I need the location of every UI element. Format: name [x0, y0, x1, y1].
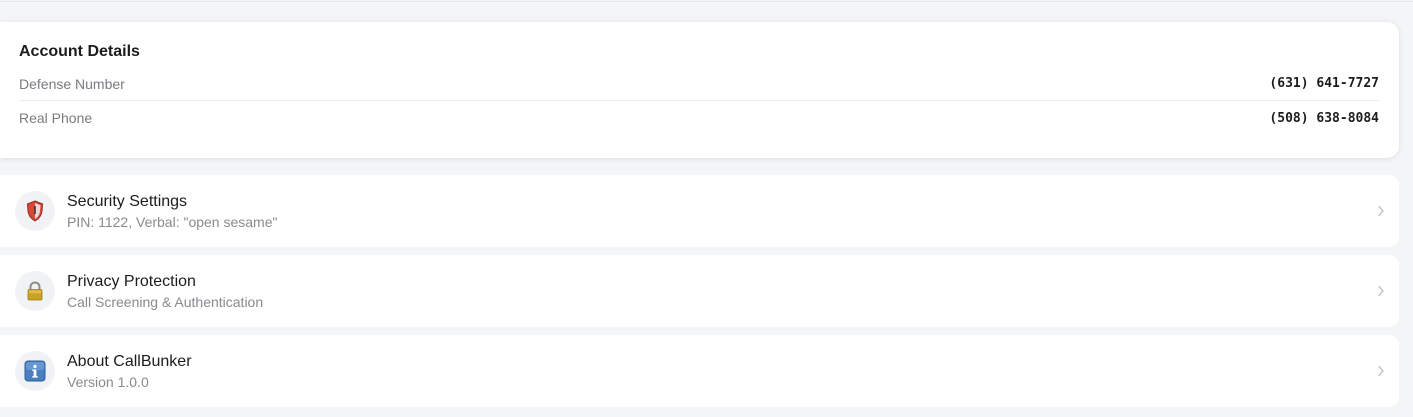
defense-number-row: Defense Number (631) 641-7727	[19, 67, 1379, 101]
info-icon	[24, 360, 46, 382]
real-phone-value: (508) 638-8084	[1269, 110, 1379, 126]
privacy-protection-title: Privacy Protection	[67, 272, 196, 290]
lock-icon	[27, 281, 43, 301]
shield-icon-wrap	[15, 191, 55, 231]
security-settings-item[interactable]: Security Settings PIN: 1122, Verbal: "op…	[0, 175, 1399, 247]
chevron-right-icon	[1378, 365, 1384, 377]
info-icon-wrap	[15, 351, 55, 391]
security-settings-title: Security Settings	[67, 192, 188, 210]
about-callbunker-item[interactable]: About CallBunker Version 1.0.0	[0, 335, 1399, 407]
chevron-right-icon	[1378, 205, 1384, 217]
about-callbunker-title: About CallBunker	[67, 352, 192, 370]
security-settings-subtitle: PIN: 1122, Verbal: "open sesame"	[67, 213, 278, 230]
shield-icon	[26, 200, 44, 222]
real-phone-row: Real Phone (508) 638-8084	[19, 101, 1379, 135]
defense-number-label: Defense Number	[19, 75, 125, 92]
top-divider	[0, 0, 1413, 2]
account-details-card: Account Details Defense Number (631) 641…	[0, 22, 1399, 158]
chevron-right-icon	[1378, 285, 1384, 297]
account-details-title: Account Details	[19, 43, 140, 60]
privacy-protection-item[interactable]: Privacy Protection Call Screening & Auth…	[0, 255, 1399, 327]
about-callbunker-subtitle: Version 1.0.0	[67, 373, 149, 390]
privacy-protection-subtitle: Call Screening & Authentication	[67, 293, 264, 310]
defense-number-value: (631) 641-7727	[1269, 76, 1379, 91]
lock-icon-wrap	[15, 271, 55, 311]
real-phone-label: Real Phone	[19, 110, 93, 126]
